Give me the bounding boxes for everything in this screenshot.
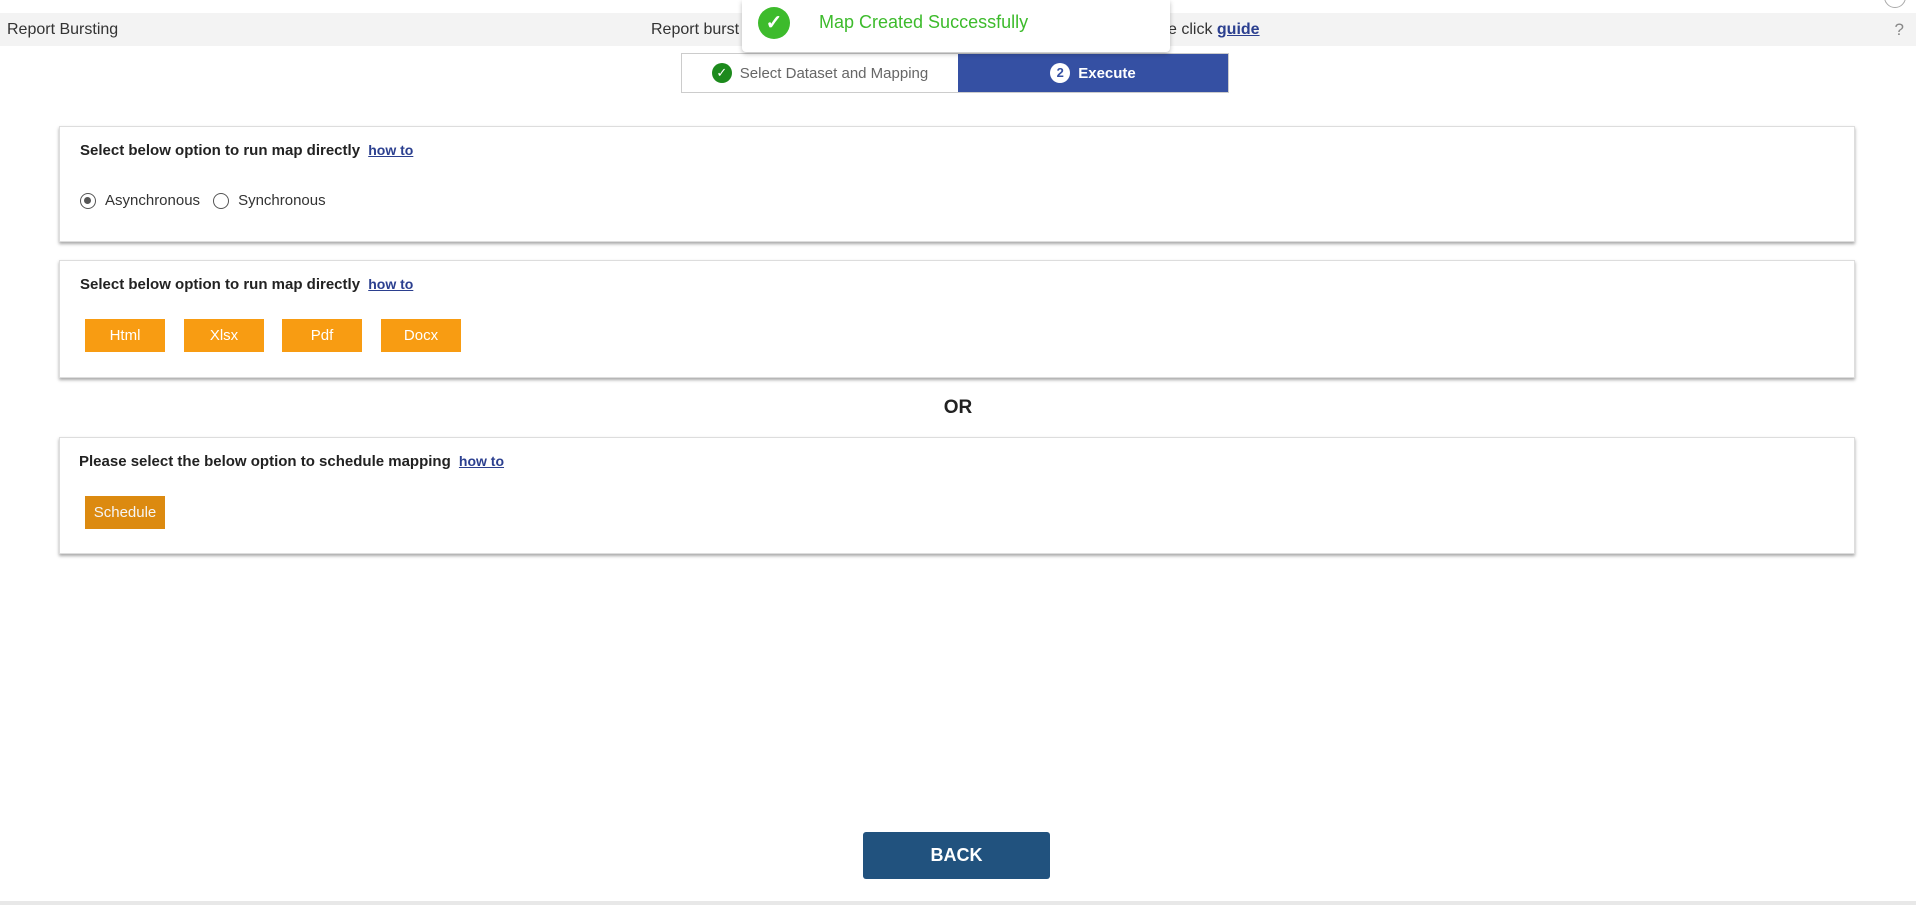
docx-button[interactable]: Docx (381, 319, 461, 352)
wizard-stepper: ✓ Select Dataset and Mapping 2 Execute (681, 53, 1229, 93)
header-info-text-end: e click guide (1168, 21, 1260, 39)
step-label: Execute (1078, 64, 1136, 82)
schedule-button[interactable]: Schedule (85, 496, 165, 529)
check-icon: ✓ (711, 63, 732, 83)
panel-heading: Select below option to run map directly … (80, 142, 413, 159)
check-circle-icon: ✓ (758, 7, 790, 39)
xlsx-button[interactable]: Xlsx (184, 319, 264, 352)
how-to-link[interactable]: how to (368, 276, 413, 292)
panel-heading: Please select the below option to schedu… (79, 453, 504, 470)
guide-link[interactable]: guide (1217, 21, 1260, 38)
pdf-button[interactable]: Pdf (282, 319, 362, 352)
header-info-suffix: e click (1168, 21, 1213, 38)
run-mode-radio-group: Asynchronous Synchronous (80, 192, 326, 209)
radio-label[interactable]: Synchronous (238, 192, 326, 209)
step-execute[interactable]: 2 Execute (958, 54, 1228, 92)
header-info-text: Report burst (651, 21, 740, 38)
heading-text: Select below option to run map directly (80, 276, 361, 293)
how-to-link[interactable]: how to (459, 453, 504, 469)
step-number-badge: 2 (1050, 63, 1071, 83)
step-select-dataset[interactable]: ✓ Select Dataset and Mapping (682, 54, 958, 92)
success-toast: ✓ Map Created Successfully (742, 0, 1170, 52)
toast-message: Map Created Successfully (819, 12, 1029, 32)
html-button[interactable]: Html (85, 319, 165, 352)
radio-label[interactable]: Asynchronous (105, 192, 200, 209)
run-mode-panel: Select below option to run map directly … (59, 126, 1855, 242)
radio-asynchronous[interactable] (80, 192, 96, 209)
help-icon[interactable]: ? (1895, 20, 1904, 40)
radio-synchronous[interactable] (213, 192, 230, 209)
or-divider: OR (943, 397, 973, 418)
how-to-link[interactable]: how to (368, 142, 413, 158)
panel-heading: Select below option to run map directly … (80, 276, 413, 293)
heading-text: Please select the below option to schedu… (79, 453, 451, 470)
back-button[interactable]: BACK (863, 832, 1050, 879)
horizontal-scrollbar[interactable] (0, 901, 1916, 905)
schedule-panel: Please select the below option to schedu… (59, 437, 1855, 554)
heading-text: Select below option to run map directly (80, 142, 361, 159)
app-title: Report Bursting (7, 21, 119, 38)
step-label: Select Dataset and Mapping (739, 64, 929, 82)
format-panel: Select below option to run map directly … (59, 260, 1855, 378)
user-icon[interactable] (1884, 0, 1906, 8)
